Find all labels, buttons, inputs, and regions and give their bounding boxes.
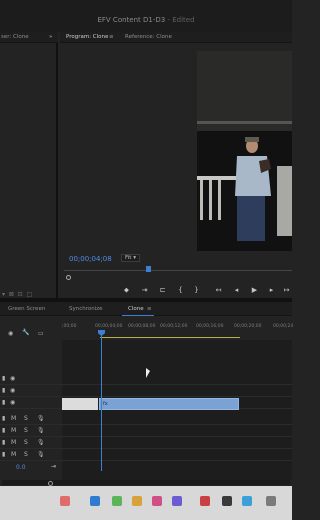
snap-icon[interactable]: ◉ bbox=[8, 330, 13, 337]
mark-out-icon[interactable]: } bbox=[192, 286, 201, 294]
app-icon[interactable] bbox=[90, 496, 100, 506]
mic-icon[interactable]: 🎙 bbox=[37, 451, 45, 458]
zoom-value: Fit bbox=[125, 255, 132, 261]
mute-button[interactable]: M bbox=[11, 439, 16, 446]
in-point-icon[interactable]: ⇥ bbox=[140, 286, 149, 294]
step-back-icon[interactable]: ◂ bbox=[232, 286, 241, 294]
play-icon[interactable]: ▶ bbox=[250, 286, 259, 294]
playhead-marker[interactable] bbox=[146, 266, 151, 272]
app-icon[interactable] bbox=[60, 496, 70, 506]
eye-icon[interactable]: ◉ bbox=[10, 387, 15, 394]
eye-icon[interactable]: ◉ bbox=[10, 399, 15, 406]
source-tool-icons: ▾ ⊠ ⊡ □ bbox=[2, 291, 33, 298]
work-area-bar[interactable] bbox=[100, 337, 240, 338]
source-panel bbox=[0, 43, 58, 298]
timeline-scrollbar[interactable] bbox=[2, 480, 290, 485]
window-title-text: EFV Content D1-D3 bbox=[97, 16, 166, 24]
panel-overflow-icon[interactable]: » bbox=[49, 34, 52, 40]
edited-status: - Edited bbox=[167, 16, 195, 24]
track-lock-icon[interactable]: ▮ bbox=[2, 427, 5, 434]
ruler-tick: ;00;00 bbox=[62, 324, 77, 329]
track-row-a3: ▮ M S 🎙 bbox=[0, 437, 292, 449]
app-icon[interactable] bbox=[200, 496, 210, 506]
track-lock-icon[interactable]: ▮ bbox=[2, 387, 5, 394]
out-point-icon[interactable]: ⊏ bbox=[158, 286, 167, 294]
ruler-tick: 00;00;12;00 bbox=[160, 324, 188, 329]
track-lock-icon[interactable]: ▮ bbox=[2, 439, 5, 446]
solo-button[interactable]: S bbox=[24, 415, 28, 422]
panel-menu-icon[interactable]: ≡ bbox=[109, 34, 114, 40]
captions-icon[interactable]: ▭ bbox=[38, 330, 44, 337]
tab-green-screen[interactable]: Green Screen bbox=[8, 306, 45, 312]
solo-button[interactable]: S bbox=[24, 439, 28, 446]
tab-reference[interactable]: Reference: Clone bbox=[125, 34, 172, 40]
eye-icon[interactable]: ◉ bbox=[10, 375, 15, 382]
mic-icon[interactable]: 🎙 bbox=[37, 415, 45, 422]
track-lock-icon[interactable]: ▮ bbox=[2, 399, 5, 406]
video-clip-white[interactable] bbox=[62, 398, 98, 410]
scrub-bar[interactable] bbox=[64, 270, 292, 271]
track-row-v2: ▮ ◉ bbox=[0, 385, 292, 397]
to-end-icon[interactable]: ⇥ bbox=[51, 463, 56, 470]
timeline-playhead[interactable] bbox=[101, 331, 102, 471]
solo-button[interactable]: S bbox=[24, 451, 28, 458]
zoom-select[interactable]: Fit ▾ bbox=[121, 254, 140, 262]
scroll-handle[interactable] bbox=[66, 275, 71, 280]
tab-synchronize[interactable]: Synchronize bbox=[69, 306, 103, 312]
mix-level[interactable]: 0.0 bbox=[16, 464, 26, 471]
tab-program[interactable]: Program: Clone bbox=[66, 34, 108, 40]
program-video-frame bbox=[197, 51, 292, 251]
track-lock-icon[interactable]: ▮ bbox=[2, 451, 5, 458]
video-clip[interactable]: fx bbox=[99, 398, 239, 410]
app-icon[interactable] bbox=[152, 496, 162, 506]
app-icon[interactable] bbox=[222, 496, 232, 506]
ruler-tick: 00;00;16;00 bbox=[196, 324, 224, 329]
window-title: EFV Content D1-D3 - Edited bbox=[0, 16, 292, 24]
mute-button[interactable]: M bbox=[11, 415, 16, 422]
mic-icon[interactable]: 🎙 bbox=[37, 439, 45, 446]
timeline-menu-icon[interactable]: ≡ bbox=[147, 306, 152, 312]
app-icon[interactable] bbox=[266, 496, 276, 506]
tab-clone[interactable]: Clone bbox=[128, 306, 144, 312]
source-tabbar: ser: Clone » bbox=[0, 32, 58, 43]
ruler-tick: 00;00;04;00 bbox=[95, 324, 123, 329]
ruler-tick: 00;00;24 bbox=[273, 324, 294, 329]
tab-source[interactable]: ser: Clone bbox=[1, 34, 29, 40]
track-row-a4: ▮ M S 🎙 bbox=[0, 449, 292, 461]
app-icon[interactable] bbox=[242, 496, 252, 506]
track-row-a1: ▮ M S 🎙 bbox=[0, 413, 292, 425]
monitor-tabbar: Program: Clone ≡ Reference: Clone bbox=[60, 32, 292, 43]
dock bbox=[0, 486, 292, 520]
ruler-tick: 00;00;08;00 bbox=[128, 324, 156, 329]
go-to-in-icon[interactable]: ↤ bbox=[214, 286, 223, 294]
step-forward-icon[interactable]: ▸ bbox=[267, 286, 276, 294]
program-timecode[interactable]: 00;00;04;08 bbox=[69, 255, 112, 263]
marker-icon[interactable]: ⬥ bbox=[122, 286, 131, 295]
solo-button[interactable]: S bbox=[24, 427, 28, 434]
app-icon[interactable] bbox=[112, 496, 122, 506]
mute-button[interactable]: M bbox=[11, 451, 16, 458]
app-icon[interactable] bbox=[132, 496, 142, 506]
time-ruler[interactable]: ;00;00 00;00;04;00 00;00;08;00 00;00;12;… bbox=[62, 320, 294, 338]
video-image bbox=[197, 51, 292, 251]
mute-button[interactable]: M bbox=[11, 427, 16, 434]
app-icon[interactable] bbox=[172, 496, 182, 506]
timeline-tabbar: Green Screen Synchronize Clone ≡ bbox=[0, 302, 292, 316]
ruler-tick: 00;00;20;00 bbox=[234, 324, 262, 329]
mic-icon[interactable]: 🎙 bbox=[37, 427, 45, 434]
mark-in-icon[interactable]: { bbox=[176, 286, 185, 294]
clip-fx-badge: fx bbox=[103, 401, 108, 407]
mouse-cursor-icon bbox=[146, 368, 150, 378]
go-to-out-icon[interactable]: ↦ bbox=[282, 286, 291, 294]
wrench-icon[interactable]: 🔧 bbox=[22, 329, 29, 336]
track-lock-icon[interactable]: ▮ bbox=[2, 415, 5, 422]
track-lock-icon[interactable]: ▮ bbox=[2, 375, 5, 382]
track-row-a2: ▮ M S 🎙 bbox=[0, 425, 292, 437]
